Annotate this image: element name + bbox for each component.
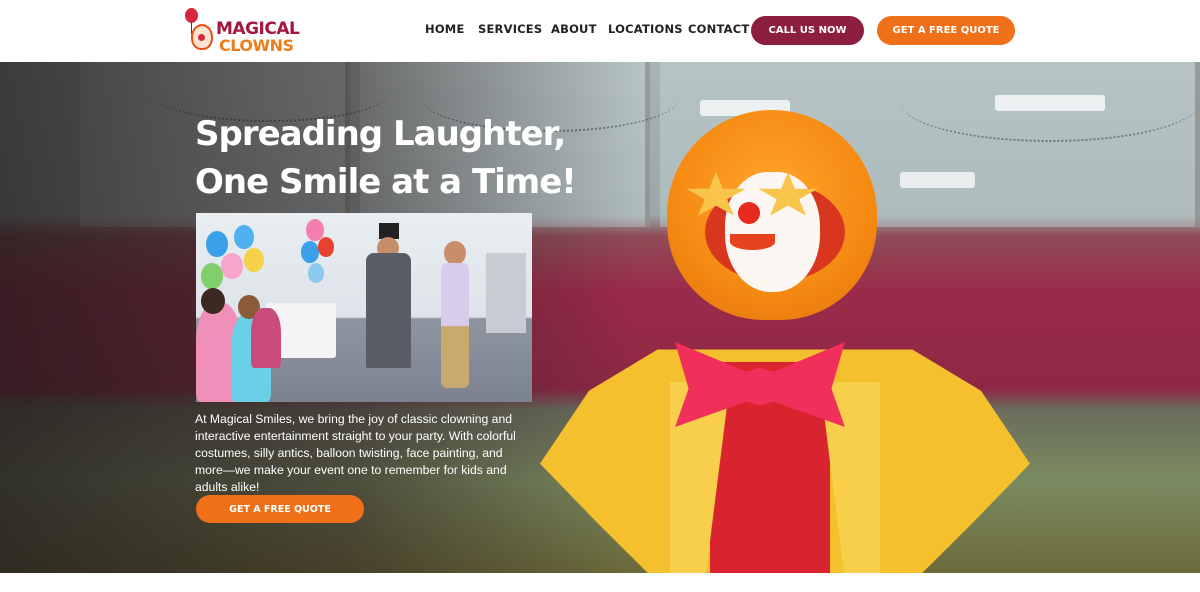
clown-mouth <box>730 234 775 250</box>
nav-about[interactable]: ABOUT <box>551 22 597 36</box>
balloon <box>301 241 319 263</box>
balloon <box>244 248 264 272</box>
hero-title: Spreading Laughter, One Smile at a Time! <box>195 110 577 206</box>
site-header: MAGICAL CLOWNS HOME SERVICES ABOUT LOCAT… <box>0 0 1200 62</box>
page-bottom-strip <box>0 573 1200 592</box>
hero-quote-button[interactable]: GET A FREE QUOTE <box>196 495 364 523</box>
shelf <box>486 253 526 333</box>
balloon <box>221 253 243 279</box>
brand-name-line2: CLOWNS <box>219 36 294 55</box>
header-quote-button[interactable]: GET A FREE QUOTE <box>877 16 1015 45</box>
call-us-now-button[interactable]: CALL US NOW <box>751 16 864 45</box>
child-head <box>201 288 225 314</box>
clown-photo <box>540 102 1030 573</box>
nav-locations[interactable]: LOCATIONS <box>608 22 683 36</box>
hero-description: At Magical Smiles, we bring the joy of c… <box>195 412 516 494</box>
hero-section: Spreading Laughter, One Smile at a Time!… <box>0 62 1200 573</box>
boy <box>441 263 469 388</box>
brand-logo[interactable]: MAGICAL CLOWNS <box>185 7 300 55</box>
balloon-icon <box>185 8 198 23</box>
star-glass-right <box>758 172 818 216</box>
boy-head <box>444 241 466 265</box>
nav-home[interactable]: HOME <box>425 22 465 36</box>
hero-title-line2: One Smile at a Time! <box>195 162 577 202</box>
child <box>251 308 281 368</box>
balloon <box>318 237 334 257</box>
balloon <box>234 225 254 249</box>
clown-nose <box>738 202 760 224</box>
balloon <box>308 263 324 283</box>
nav-contact[interactable]: CONTACT <box>688 22 749 36</box>
clown-nose-icon <box>198 34 205 41</box>
nav-services[interactable]: SERVICES <box>478 22 542 36</box>
balloon <box>201 263 223 289</box>
hero-title-line1: Spreading Laughter, <box>195 114 566 154</box>
party-photo <box>196 213 532 402</box>
balloon <box>206 231 228 257</box>
magician <box>366 253 411 368</box>
